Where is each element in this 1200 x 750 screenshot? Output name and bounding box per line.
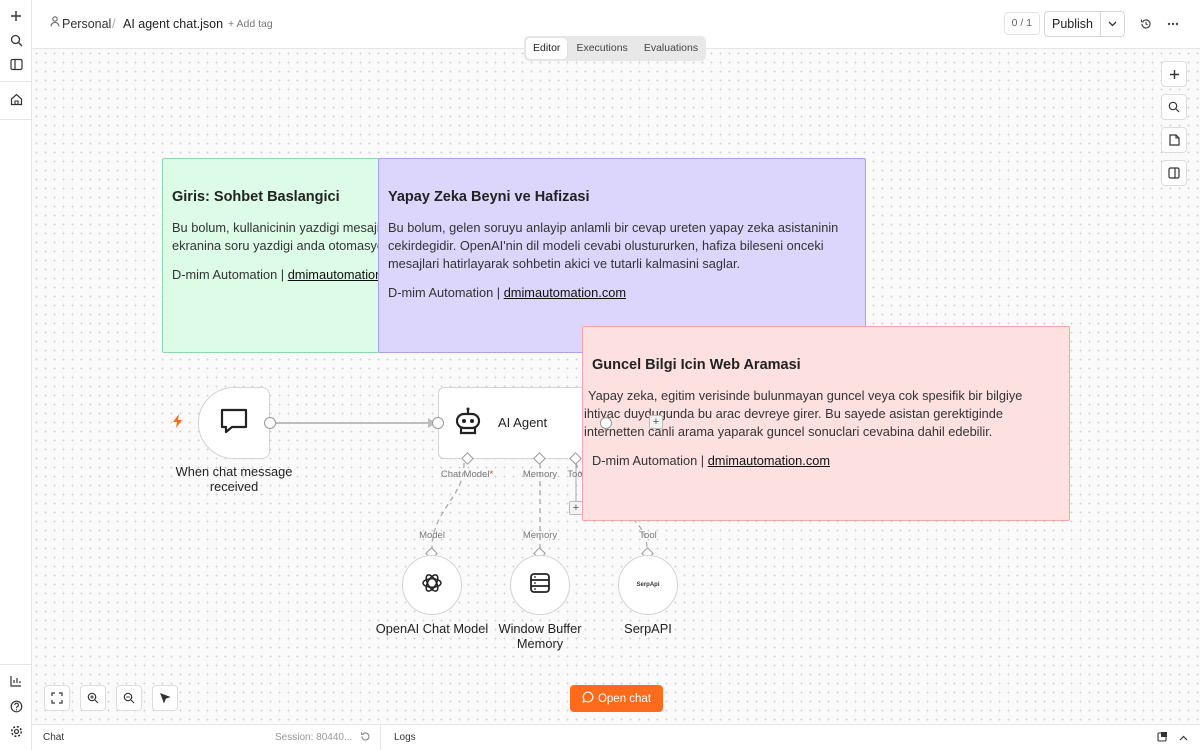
version-counter: 0 / 1 — [1003, 12, 1040, 35]
agent-output-handle[interactable] — [600, 417, 612, 429]
output-handle[interactable] — [264, 417, 276, 429]
chat-bubble-icon — [582, 691, 594, 706]
sticky-signature: D-mim Automation | dmimautomation.com — [592, 453, 831, 468]
bottom-panel-bar: Chat Session: 80440... Logs — [32, 724, 1200, 750]
sticky-text-line: Bu bolum, gelen soruyu anlayip anlamli b… — [388, 220, 839, 235]
signature-link[interactable]: dmimautomation.com — [504, 285, 626, 300]
breadcrumb-separator: / — [112, 17, 116, 31]
chevron-up-icon[interactable] — [1179, 733, 1188, 744]
trigger-node-label: When chat message received — [175, 464, 293, 494]
chevron-down-icon[interactable] — [1101, 12, 1124, 36]
sticky-signature: D-mim Automation | dmimautomation.com — [172, 267, 391, 282]
tidy-up-button[interactable] — [152, 685, 178, 711]
openai-logo-icon — [420, 571, 444, 600]
left-sidebar — [0, 0, 32, 750]
database-icon — [529, 572, 551, 599]
ai-agent-node[interactable]: AI Agent — [438, 387, 606, 459]
add-node-button[interactable] — [1161, 61, 1187, 87]
reset-session-icon[interactable] — [360, 731, 371, 745]
openai-chat-model-node[interactable] — [402, 555, 462, 615]
workflow-name[interactable]: AI agent chat.json — [123, 17, 223, 31]
sticky-signature: D-mim Automation | dmimautomation.com — [388, 285, 627, 300]
tab-executions[interactable]: Executions — [569, 38, 634, 59]
open-chat-label: Open chat — [597, 692, 652, 705]
chat-model-port-label: Chat Model* — [440, 469, 494, 480]
workflow-editor: Personal / AI agent chat.json + Add tag … — [0, 0, 1200, 750]
user-icon — [50, 16, 60, 30]
memory-input-label: Memory — [522, 530, 558, 541]
session-label: Session: 80440... — [275, 732, 353, 743]
logs-panel-tab[interactable]: Logs — [394, 732, 416, 743]
sticky-text-line: mesajlari hatirlayarak sohbetin akici ve… — [388, 256, 741, 271]
sticky-text-line: Bu bolum, kullanicinin yazdigi mesajin — [172, 220, 387, 235]
workflow-canvas[interactable]: Giris: Sohbet Baslangici Bu bolum, kulla… — [32, 49, 1200, 724]
tool-input-label: Tool — [639, 530, 657, 541]
add-tool-button[interactable]: + — [569, 501, 583, 515]
tab-evaluations[interactable]: Evaluations — [637, 38, 705, 59]
add-tag-button[interactable]: + Add tag — [228, 18, 273, 30]
help-icon[interactable] — [6, 696, 26, 716]
signature-link[interactable]: dmimautomation.com — [288, 267, 391, 282]
fit-view-button[interactable] — [44, 685, 70, 711]
sticky-text-line: Yapay zeka, egitim verisinde bulunmayan … — [588, 388, 1023, 403]
sticky-title: Yapay Zeka Beyni ve Hafizasi — [388, 189, 590, 205]
sticky-text-line: ekranina soru yazdigi anda otomasyon — [172, 238, 392, 253]
sticky-note-ai-brain[interactable]: Yapay Zeka Beyni ve Hafizasi Bu bolum, g… — [378, 158, 866, 353]
tab-editor[interactable]: Editor — [526, 38, 568, 59]
robot-icon — [452, 406, 484, 443]
more-options-icon[interactable] — [1163, 14, 1183, 34]
history-icon[interactable] — [1136, 14, 1156, 34]
popout-icon[interactable] — [1157, 731, 1168, 745]
input-handle[interactable] — [432, 417, 444, 429]
serpapi-node-label: SerpAPI — [624, 621, 672, 636]
model-input-label: Model — [419, 530, 445, 541]
memory-node-label: Window Buffer Memory — [498, 621, 582, 651]
insights-icon[interactable] — [6, 671, 26, 691]
add-sticky-note-button[interactable] — [1161, 127, 1187, 153]
agent-node-label: AI Agent — [498, 415, 548, 430]
search-icon[interactable] — [6, 30, 26, 50]
serpapi-node[interactable]: SerpApi — [618, 555, 678, 615]
toggle-panel-button[interactable] — [1161, 160, 1187, 186]
chat-panel-tab[interactable]: Chat — [43, 732, 64, 743]
zoom-out-button[interactable] — [116, 685, 142, 711]
sticky-text-line: cekirdegidir. OpenAI'nin dil modeli ceva… — [388, 238, 824, 253]
sticky-title: Giris: Sohbet Baslangici — [172, 189, 340, 205]
openai-node-label: OpenAI Chat Model — [375, 621, 489, 636]
settings-gear-icon[interactable] — [6, 721, 26, 741]
chat-bubble-icon — [219, 406, 249, 441]
signature-link[interactable]: dmimautomation.com — [708, 453, 830, 468]
zoom-in-button[interactable] — [80, 685, 106, 711]
serpapi-logo-icon: SerpApi — [636, 582, 660, 588]
add-icon[interactable] — [6, 6, 26, 26]
sticky-note-intro[interactable]: Giris: Sohbet Baslangici Bu bolum, kulla… — [162, 158, 392, 353]
sticky-title: Guncel Bilgi Icin Web Aramasi — [592, 357, 801, 373]
open-chat-button[interactable]: Open chat — [570, 685, 663, 712]
lightning-bolt-icon — [172, 414, 184, 433]
window-buffer-memory-node[interactable] — [510, 555, 570, 615]
search-nodes-button[interactable] — [1161, 94, 1187, 120]
add-next-node-button[interactable]: + — [649, 415, 663, 429]
publish-button[interactable]: Publish — [1045, 12, 1101, 36]
view-tabs: Editor Executions Evaluations — [524, 36, 706, 61]
chat-trigger-node[interactable] — [198, 387, 270, 459]
publish-button-group: Publish — [1044, 11, 1125, 37]
home-icon[interactable] — [6, 89, 26, 109]
panel-toggle-icon[interactable] — [6, 54, 26, 74]
breadcrumb-project[interactable]: Personal — [62, 17, 111, 31]
